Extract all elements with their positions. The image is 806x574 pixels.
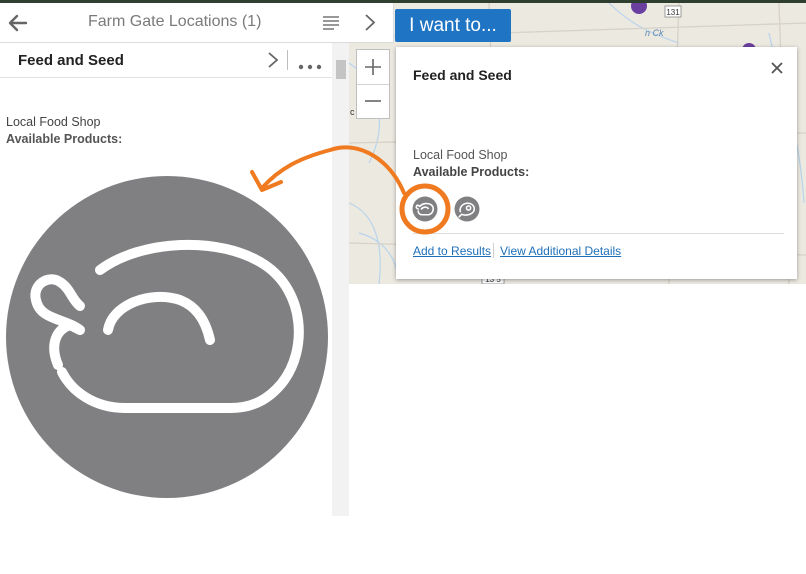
popup-title: Feed and Seed: [413, 67, 512, 83]
i-want-to-button[interactable]: I want to...: [395, 9, 511, 42]
list-view-button[interactable]: [322, 14, 340, 32]
meat-icon: [454, 196, 480, 222]
popup-divider: [413, 233, 784, 234]
feature-type: Local Food Shop: [6, 115, 101, 129]
scroll-thumb[interactable]: [336, 60, 346, 79]
results-panel: Farm Gate Locations (1) Feed and Seed Lo…: [0, 3, 349, 516]
popup-close-button[interactable]: [769, 60, 785, 76]
view-details-link[interactable]: View Additional Details: [500, 244, 621, 258]
add-to-results-link[interactable]: Add to Results: [413, 244, 491, 258]
zoom-out-button[interactable]: [357, 85, 389, 119]
close-icon: [771, 62, 783, 74]
arrow-left-icon: [8, 14, 28, 32]
more-icon: [298, 64, 322, 70]
plus-icon: [365, 59, 381, 75]
header-divider: [287, 50, 288, 70]
chevron-right-icon: [365, 14, 376, 31]
products-label: Available Products:: [6, 132, 123, 146]
list-icon: [323, 16, 339, 30]
panel-title: Farm Gate Locations (1): [88, 13, 262, 30]
product-meat[interactable]: [454, 196, 480, 222]
creek-label: n Ck: [645, 28, 664, 38]
panel-scrollbar[interactable]: [332, 43, 349, 516]
next-feature-button[interactable]: [266, 51, 280, 69]
more-options-button[interactable]: [297, 57, 325, 70]
collapse-panel-button[interactable]: [349, 3, 394, 43]
poultry-icon: [412, 196, 438, 222]
map-label: c: [350, 107, 355, 117]
link-separator: [493, 243, 494, 258]
road-label: 131: [666, 8, 680, 17]
feature-title: Feed and Seed: [18, 52, 124, 69]
panel-header: Farm Gate Locations (1): [0, 3, 349, 43]
popup-products-label: Available Products:: [413, 165, 530, 179]
zoom-control: [356, 49, 390, 119]
zoom-in-button[interactable]: [357, 50, 389, 84]
popup-feature-type: Local Food Shop: [413, 148, 508, 162]
feature-header: Feed and Seed: [0, 43, 332, 78]
chevron-right-icon: [268, 52, 279, 68]
product-poultry[interactable]: [412, 196, 438, 222]
minus-icon: [365, 100, 381, 102]
feature-popup: Feed and Seed Local Food Shop Available …: [396, 47, 797, 279]
back-button[interactable]: [6, 11, 30, 35]
